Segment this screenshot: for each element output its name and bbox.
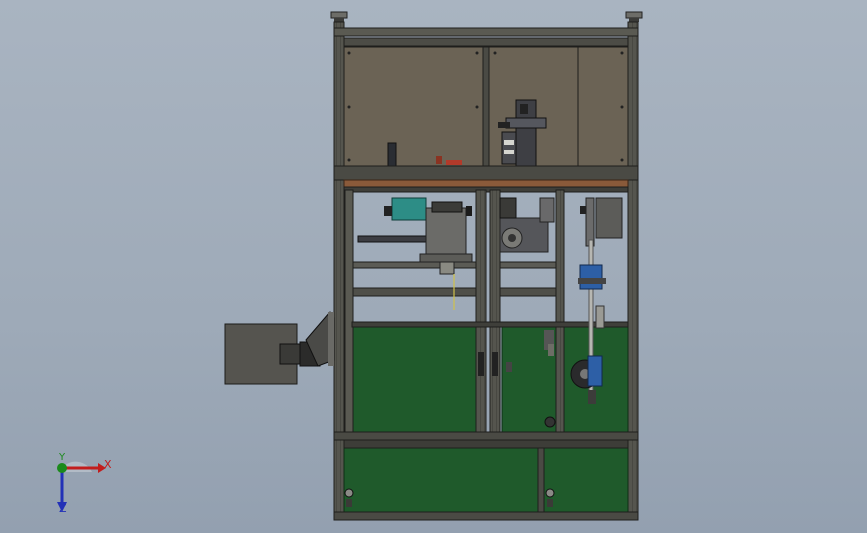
mid-lower-post xyxy=(537,447,545,513)
left-frame-post xyxy=(333,21,345,521)
side-control-box xyxy=(224,311,335,385)
mid-beam xyxy=(333,165,639,181)
top-left-foot xyxy=(330,11,348,22)
top-beam xyxy=(333,27,639,37)
left-inner-post xyxy=(344,189,354,441)
lower-beam-2 xyxy=(343,439,629,449)
right-frame-post xyxy=(627,21,639,521)
machine-frame-model xyxy=(224,11,643,521)
gear-assembly xyxy=(499,197,555,253)
3d-model-viewport[interactable]: X Y Z xyxy=(0,0,867,533)
bottom-beam xyxy=(333,511,639,521)
top-right-foot xyxy=(625,11,643,22)
center-post-2 xyxy=(489,189,501,441)
upper-cabinet xyxy=(343,46,629,168)
center-post xyxy=(475,189,487,441)
orientation-triad xyxy=(57,461,106,512)
x-axis-label: X xyxy=(104,458,112,471)
top-beam-2 xyxy=(343,37,629,47)
lower-beam xyxy=(333,431,639,441)
wood-rail xyxy=(343,179,629,188)
right-inner-post xyxy=(555,189,565,441)
y-axis-label: Y xyxy=(59,452,66,463)
z-axis-label: Z xyxy=(59,502,67,515)
